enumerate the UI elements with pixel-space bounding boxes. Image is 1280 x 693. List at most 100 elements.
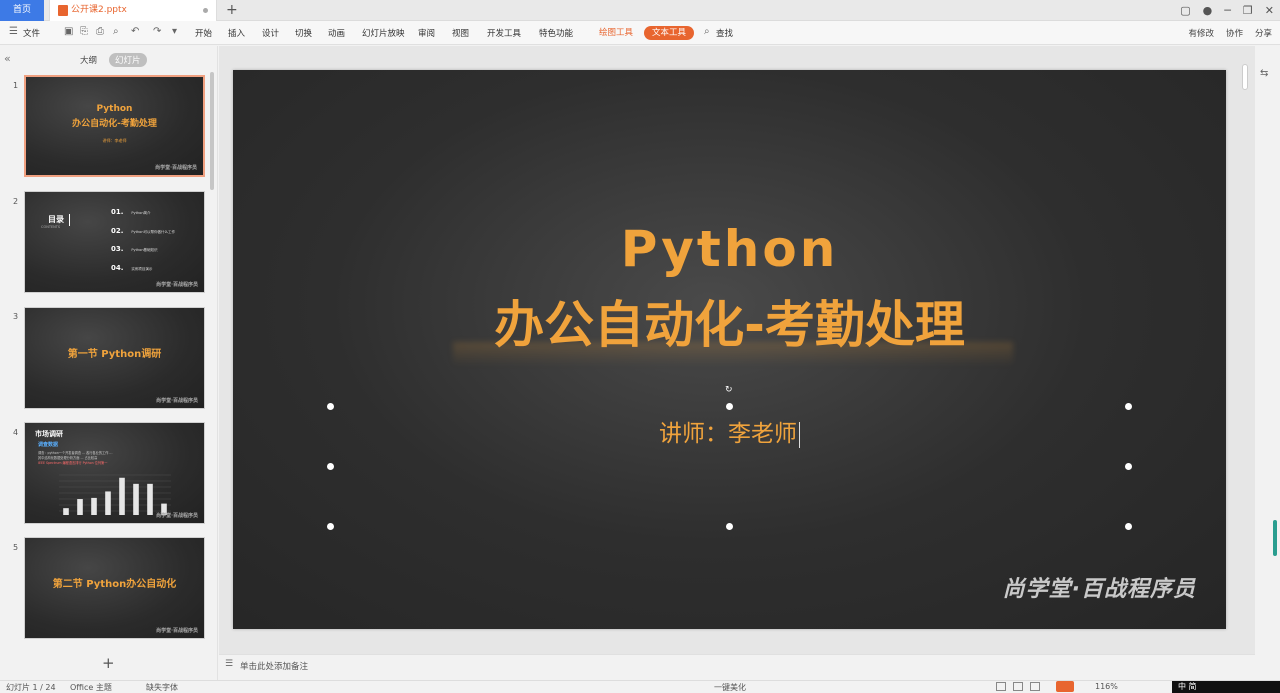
main-slide[interactable]: Python 办公自动化-考勤处理 ↻ 讲师：李老师 尚学堂·百战程序员 bbox=[233, 70, 1226, 629]
preview-icon[interactable]: ⌕ bbox=[113, 26, 119, 37]
slide-thumb-2[interactable]: 目录 CONTENTS 01. Python简介 02. Python可以帮你做什么… bbox=[24, 191, 205, 293]
more-icon[interactable]: ▾ bbox=[172, 26, 177, 37]
slide-count: 幻灯片 1 / 24 bbox=[6, 683, 56, 692]
thumb-watermark: 尚学堂·百战程序员 bbox=[156, 398, 198, 404]
ribbon-menu: ☰ 文件 ▣ ⎘ ⎙ ⌕ ↶ ↷ ▾ 开始 插入 设计 切换 动画 幻灯片放映 … bbox=[0, 21, 1280, 45]
thumb-number: 1 bbox=[13, 81, 19, 90]
thumb-subtitle: 讲师：李老师 bbox=[102, 138, 127, 143]
menu-start[interactable]: 开始 bbox=[195, 27, 212, 39]
search-icon[interactable]: ⌕ bbox=[704, 26, 710, 37]
chart-bar bbox=[77, 499, 83, 515]
normal-view-icon[interactable] bbox=[996, 682, 1006, 691]
notes-icon: ☰ bbox=[225, 659, 234, 669]
menu-devtools[interactable]: 开发工具 bbox=[487, 27, 521, 39]
tab-document[interactable]: 公开课2.pptx bbox=[49, 0, 217, 21]
tab-home[interactable]: 首页 bbox=[0, 0, 44, 21]
share-button[interactable]: 分享 bbox=[1255, 27, 1272, 39]
ime-indicator[interactable]: 中 简 bbox=[1172, 681, 1280, 693]
thumb-watermark: 尚学堂·百战程序员 bbox=[156, 513, 198, 519]
rotate-handle-icon[interactable]: ↻ bbox=[725, 385, 733, 395]
resize-handle[interactable] bbox=[327, 463, 334, 470]
sorter-view-icon[interactable] bbox=[1013, 682, 1023, 691]
undo-icon[interactable]: ↶ bbox=[131, 26, 139, 37]
resize-handle[interactable] bbox=[726, 403, 733, 410]
tab-slides[interactable]: 幻灯片 bbox=[109, 53, 147, 67]
pptx-file-icon bbox=[58, 5, 68, 16]
thumb-number: 3 bbox=[13, 312, 19, 321]
menu-animation[interactable]: 动画 bbox=[328, 27, 345, 39]
title-reflection bbox=[453, 342, 1013, 366]
hamburger-icon[interactable]: ☰ bbox=[9, 26, 18, 37]
chart-bar bbox=[91, 497, 97, 515]
canvas-scrollbar[interactable] bbox=[1242, 64, 1248, 90]
missing-font[interactable]: 缺失字体 bbox=[146, 682, 178, 693]
menu-transition[interactable]: 切换 bbox=[295, 27, 312, 39]
right-rail bbox=[1255, 46, 1280, 680]
panel-scrollbar[interactable] bbox=[210, 72, 214, 190]
resize-handle[interactable] bbox=[327, 403, 334, 410]
resize-handle[interactable] bbox=[1125, 523, 1132, 530]
document-tab-label: 公开课2.pptx bbox=[71, 5, 127, 15]
collapse-panel-icon[interactable]: « bbox=[4, 52, 11, 65]
changes-button[interactable]: 有修改 bbox=[1188, 27, 1214, 39]
resize-handle[interactable] bbox=[726, 523, 733, 530]
thumb-number: 4 bbox=[13, 428, 19, 437]
restore-icon[interactable]: ❐ bbox=[1243, 4, 1253, 17]
menu-design[interactable]: 设计 bbox=[262, 27, 279, 39]
menu-insert[interactable]: 插入 bbox=[228, 27, 245, 39]
resize-handle[interactable] bbox=[1125, 463, 1132, 470]
tab-text-tools[interactable]: 文本工具 bbox=[644, 26, 695, 40]
menu-search[interactable]: 查找 bbox=[716, 27, 733, 39]
lecturer-text[interactable]: 讲师：李老师 bbox=[233, 414, 1226, 448]
tile-icon[interactable]: ▢ bbox=[1180, 4, 1190, 17]
menu-view[interactable]: 视图 bbox=[452, 27, 469, 39]
slide-title-line1[interactable]: Python bbox=[233, 220, 1226, 278]
notes-placeholder[interactable]: 单击此处添加备注 bbox=[240, 660, 308, 672]
thumb-number: 2 bbox=[13, 197, 19, 206]
close-icon[interactable]: ✕ bbox=[1265, 4, 1274, 17]
menu-review[interactable]: 审阅 bbox=[418, 27, 435, 39]
collab-button[interactable]: 协作 bbox=[1226, 27, 1243, 39]
save-icon[interactable]: ▣ bbox=[64, 26, 73, 37]
toc-subtitle: CONTENTS bbox=[41, 225, 61, 229]
thumb-watermark: 尚学堂·百战程序员 bbox=[155, 165, 197, 171]
slide-thumb-5[interactable]: 第二节 Python办公自动化 尚学堂·百战程序员 bbox=[24, 537, 205, 639]
zoom-level[interactable]: 116% bbox=[1095, 682, 1118, 691]
thumb-title: 第一节 Python调研 bbox=[67, 349, 162, 360]
play-slideshow-button[interactable] bbox=[1056, 681, 1074, 692]
redo-icon[interactable]: ↷ bbox=[153, 26, 161, 37]
thumb-title: 市场调研 bbox=[35, 430, 63, 438]
chart-bar bbox=[133, 483, 139, 515]
tab-outline[interactable]: 大纲 bbox=[74, 53, 103, 67]
menu-file[interactable]: 文件 bbox=[23, 27, 40, 39]
side-panel-toggle[interactable] bbox=[1273, 520, 1277, 556]
unsaved-dot-icon[interactable] bbox=[203, 8, 208, 13]
toc-item: 04. 实例项目演示 bbox=[111, 264, 153, 272]
slide-thumb-1[interactable]: Python 办公自动化-考勤处理 讲师：李老师 尚学堂·百战程序员 bbox=[24, 75, 205, 177]
properties-icon[interactable]: ⇆ bbox=[1260, 68, 1268, 79]
thumb-text-line-red: IEEE Spectrum 编程语言排行 Python 位列第一 bbox=[38, 461, 108, 465]
resize-handle[interactable] bbox=[1125, 403, 1132, 410]
avatar-icon[interactable]: ● bbox=[1203, 4, 1213, 17]
new-tab-button[interactable]: + bbox=[226, 0, 238, 21]
tab-drawing-tools[interactable]: 绘图工具 bbox=[591, 26, 641, 40]
beautify-button[interactable]: 一键美化 bbox=[714, 682, 746, 693]
theme-name[interactable]: Office 主题 bbox=[70, 682, 112, 693]
print-icon[interactable]: ⎙ bbox=[96, 26, 104, 37]
resize-handle[interactable] bbox=[327, 523, 334, 530]
menu-slideshow[interactable]: 幻灯片放映 bbox=[362, 27, 405, 39]
notes-bar[interactable]: ☰ 单击此处添加备注 bbox=[219, 654, 1255, 674]
slide-thumb-4[interactable]: 市场调研 调查数据 调查：python一个开发者调查 ... 各行各业的工作 .… bbox=[24, 422, 205, 524]
add-slide-button[interactable]: + bbox=[102, 654, 115, 672]
chart-bar bbox=[105, 491, 111, 515]
minimize-icon[interactable]: ─ bbox=[1224, 4, 1231, 17]
export-icon[interactable]: ⎘ bbox=[80, 26, 88, 37]
toc-item: 02. Python可以帮你做什么工作 bbox=[111, 227, 176, 235]
reading-view-icon[interactable] bbox=[1030, 682, 1040, 691]
slide-thumb-3[interactable]: 第一节 Python调研 尚学堂·百战程序员 bbox=[24, 307, 205, 409]
text-cursor bbox=[799, 421, 800, 448]
thumb-watermark: 尚学堂·百战程序员 bbox=[156, 628, 198, 634]
chart-bar bbox=[147, 483, 153, 515]
menu-special[interactable]: 特色功能 bbox=[539, 27, 573, 39]
title-bar: 首页 公开课2.pptx + ▢ ● ─ ❐ ✕ bbox=[0, 0, 1280, 21]
